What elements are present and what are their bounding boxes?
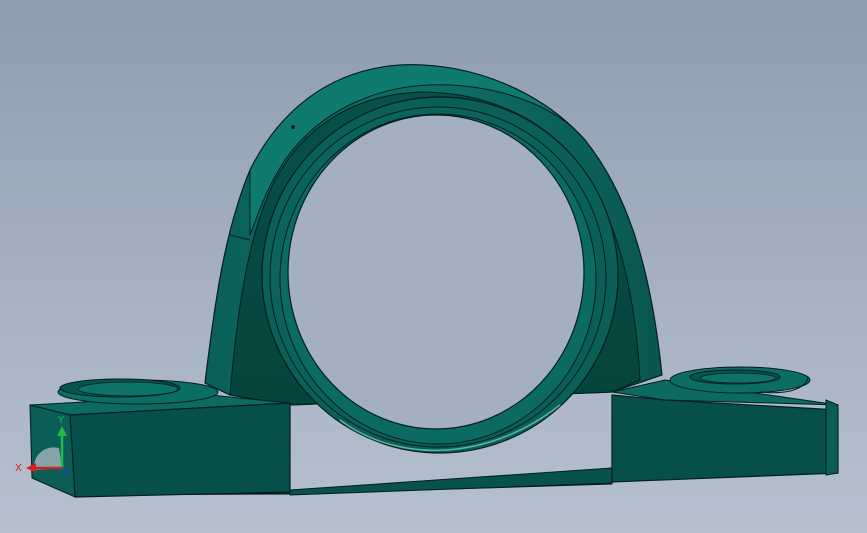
- graphics-viewport[interactable]: X Y: [0, 0, 867, 533]
- right-foot: [611, 366, 839, 483]
- bore: [261, 96, 619, 454]
- bearing-housing-model[interactable]: [0, 0, 867, 533]
- z-axis-icon: [61, 467, 71, 475]
- x-axis-label: X: [15, 463, 22, 474]
- y-axis-label: Y: [57, 415, 65, 426]
- coordinate-triad: X Y: [15, 415, 71, 475]
